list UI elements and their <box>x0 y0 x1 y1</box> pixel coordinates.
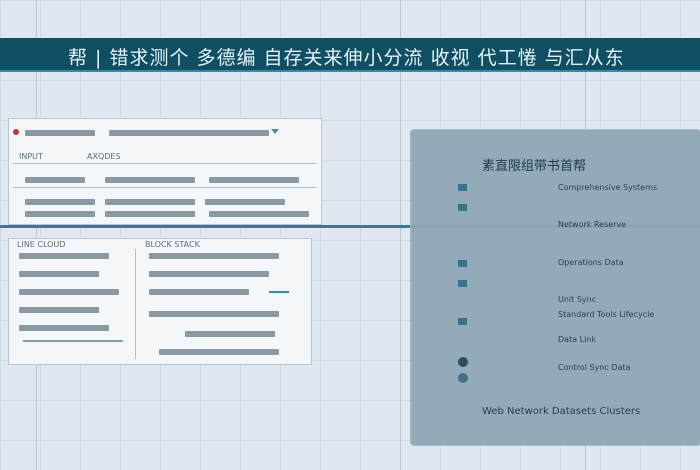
banner-title: 帮 | 错求测个 多德编 自存关来伸小分流 收视 代工惓 与汇从东 <box>68 47 625 69</box>
status-circle-icon <box>458 357 468 367</box>
text-line <box>25 199 95 205</box>
input-label: INPUT <box>19 152 43 161</box>
text-line <box>19 271 99 277</box>
list-item[interactable]: Standard Tools Lifecycle <box>558 310 654 319</box>
status-circle-icon <box>458 373 468 383</box>
text-line <box>109 130 269 136</box>
mid-left-panel: LINE CLOUD BLOCK STACK <box>8 238 312 365</box>
column-divider <box>135 249 136 359</box>
text-line <box>159 349 279 355</box>
text-line <box>19 325 109 331</box>
right-panel-title: 素直限组带书首帮 <box>482 159 587 174</box>
text-line <box>185 331 275 337</box>
item-icon <box>458 318 467 325</box>
status-bar <box>269 291 289 293</box>
text-line <box>105 177 195 183</box>
text-line <box>205 199 285 205</box>
alert-icon <box>13 129 19 135</box>
section-label: AXQDES <box>87 152 121 161</box>
text-line <box>105 199 195 205</box>
list-item[interactable]: Control Sync Data <box>558 363 630 372</box>
text-line <box>149 311 279 317</box>
item-icon <box>458 204 467 211</box>
top-left-panel: INPUT AXQDES <box>8 118 322 225</box>
slider-track[interactable] <box>23 340 123 342</box>
text-line <box>25 130 95 136</box>
text-line <box>209 211 309 217</box>
chevron-down-icon[interactable] <box>271 129 279 134</box>
text-line <box>25 177 85 183</box>
panel-header: LINE CLOUD <box>17 240 66 249</box>
text-line <box>149 289 249 295</box>
right-panel: 素直限组带书首帮 Comprehensive Systems Network R… <box>411 130 700 445</box>
item-icon <box>458 260 467 267</box>
list-item[interactable]: Data Link <box>558 335 596 344</box>
divider <box>13 187 317 188</box>
divider <box>13 163 317 164</box>
text-line <box>209 177 299 183</box>
text-line <box>19 289 119 295</box>
title-banner: 帮 | 错求测个 多德编 自存关来伸小分流 收视 代工惓 与汇从东 <box>0 38 700 72</box>
text-line <box>19 253 109 259</box>
list-item[interactable]: Comprehensive Systems <box>558 183 657 192</box>
text-line <box>149 253 279 259</box>
panel-header: BLOCK STACK <box>145 240 200 249</box>
text-line <box>25 211 95 217</box>
list-item[interactable]: Operations Data <box>558 258 624 267</box>
text-line <box>149 271 269 277</box>
text-line <box>19 307 99 313</box>
footer-text: Web Network Datasets Clusters <box>482 406 641 417</box>
item-icon <box>458 184 467 191</box>
text-line <box>105 211 195 217</box>
item-icon <box>458 280 467 287</box>
list-item[interactable]: Unit Sync <box>558 295 596 304</box>
list-item[interactable]: Network Reserve <box>558 220 626 229</box>
